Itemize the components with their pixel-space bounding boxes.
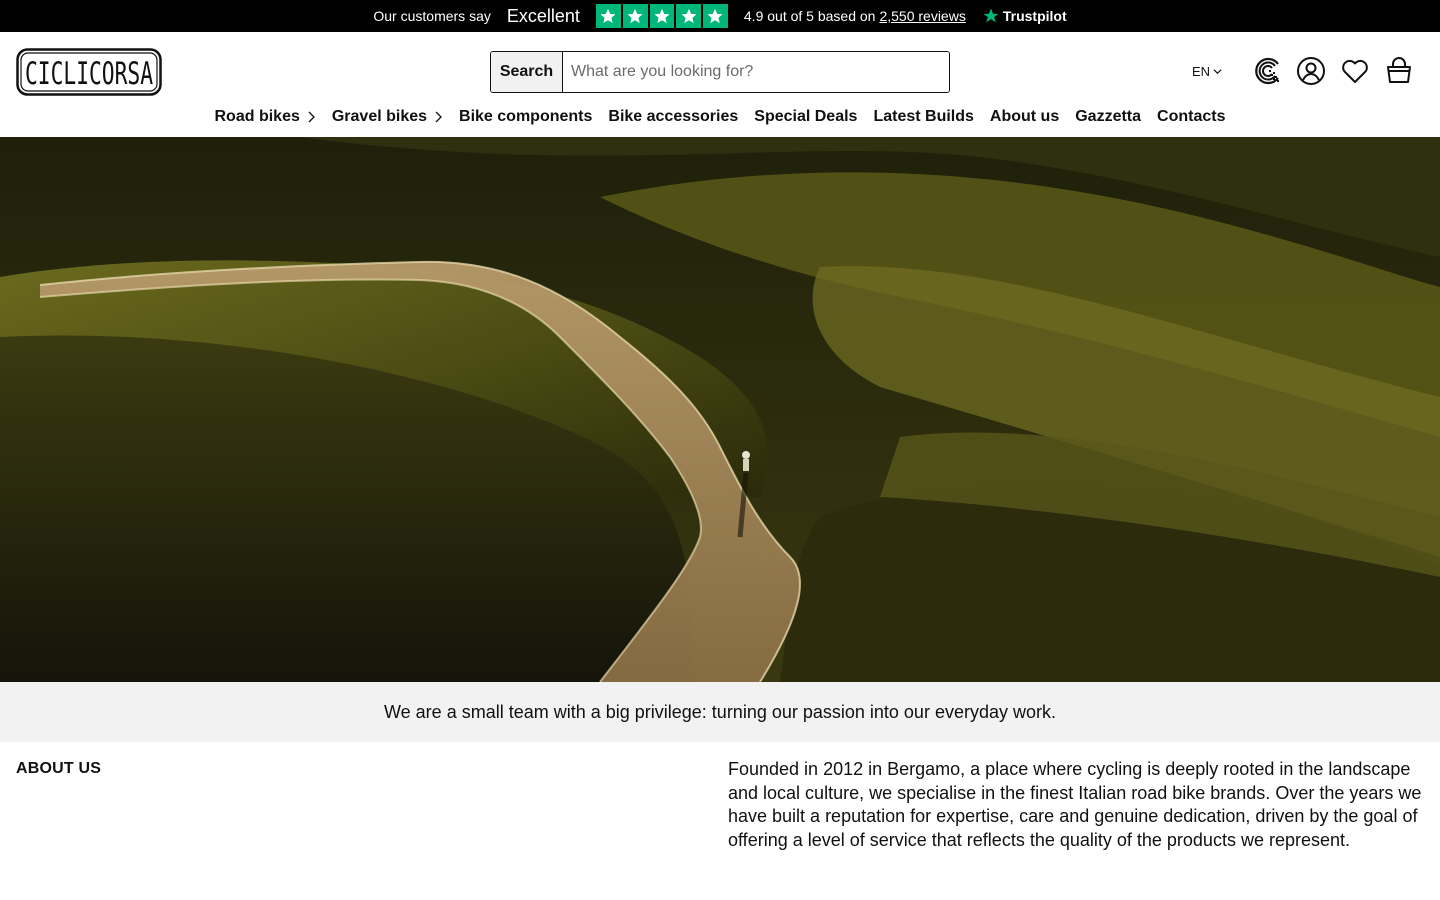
star-icon bbox=[649, 4, 675, 28]
tagline: We are a small team with a big privilege… bbox=[0, 682, 1440, 742]
language-selector[interactable]: EN bbox=[1192, 64, 1222, 79]
search-bar: Search bbox=[490, 51, 950, 93]
nav-item-label: Bike components bbox=[459, 108, 593, 125]
logo-text: CICLICORSA bbox=[25, 56, 153, 92]
hero-image bbox=[0, 137, 1440, 682]
trustpilot-bar: Our customers say Excellent 4.9 out of 5… bbox=[0, 0, 1440, 32]
nav-item-special-deals[interactable]: Special Deals bbox=[754, 108, 857, 126]
nav-item-latest-builds[interactable]: Latest Builds bbox=[873, 108, 973, 126]
trustpilot-brand: Trustpilot bbox=[1002, 8, 1067, 24]
about-title: ABOUT US bbox=[16, 760, 102, 777]
trustpilot-stars[interactable] bbox=[595, 4, 728, 28]
rewards-icon[interactable] bbox=[1252, 56, 1282, 86]
nav-item-bike-components[interactable]: Bike components bbox=[459, 108, 592, 126]
nav-item-label: Road bikes bbox=[214, 108, 300, 125]
star-icon bbox=[676, 4, 702, 28]
star-icon bbox=[703, 4, 728, 28]
trustpilot-logo[interactable]: Trustpilot bbox=[982, 7, 1067, 25]
nav-item-label: Gazzetta bbox=[1075, 108, 1142, 125]
wishlist-icon[interactable] bbox=[1340, 56, 1370, 86]
nav-item-label: Gravel bikes bbox=[331, 108, 428, 125]
logo[interactable]: CICLICORSA bbox=[16, 48, 162, 96]
account-icon[interactable] bbox=[1296, 56, 1326, 86]
search-button[interactable]: Search bbox=[491, 52, 563, 92]
cart-icon[interactable] bbox=[1384, 56, 1414, 86]
star-icon bbox=[595, 4, 621, 28]
trustpilot-grade: Excellent bbox=[506, 5, 580, 26]
language-label: EN bbox=[1191, 63, 1210, 79]
chevron-right-icon bbox=[435, 111, 442, 123]
search-input[interactable] bbox=[563, 52, 949, 92]
header-actions: EN bbox=[1192, 54, 1414, 88]
star-icon bbox=[622, 4, 648, 28]
trustpilot-say: Our customers say bbox=[373, 8, 491, 24]
nav-item-gazzetta[interactable]: Gazzetta bbox=[1075, 108, 1141, 126]
nav-item-label: Latest Builds bbox=[873, 108, 974, 125]
nav-item-label: Bike accessories bbox=[608, 108, 739, 125]
nav-item-label: Contacts bbox=[1157, 108, 1226, 125]
nav-item-contacts[interactable]: Contacts bbox=[1157, 108, 1225, 126]
about-text: Founded in 2012 in Bergamo, a place wher… bbox=[728, 759, 1422, 850]
nav-item-about-us[interactable]: About us bbox=[990, 108, 1059, 126]
trustpilot-star-icon bbox=[983, 8, 999, 23]
trustpilot-reviews-link[interactable]: 2,550 reviews bbox=[879, 8, 965, 24]
nav-item-gravel-bikes[interactable]: Gravel bikes bbox=[332, 108, 443, 126]
main-nav: Road bikes Gravel bikes Bike components … bbox=[0, 102, 1440, 132]
nav-item-bike-accessories[interactable]: Bike accessories bbox=[608, 108, 738, 126]
nav-item-label: Special Deals bbox=[754, 108, 858, 125]
chevron-down-icon bbox=[1213, 68, 1222, 74]
site-header: CICLICORSA Search EN bbox=[0, 32, 1440, 137]
trustpilot-rating: 4.9 out of 5 based on bbox=[743, 8, 876, 24]
nav-item-label: About us bbox=[989, 108, 1060, 125]
chevron-right-icon bbox=[308, 111, 315, 123]
nav-item-road-bikes[interactable]: Road bikes bbox=[215, 108, 316, 126]
